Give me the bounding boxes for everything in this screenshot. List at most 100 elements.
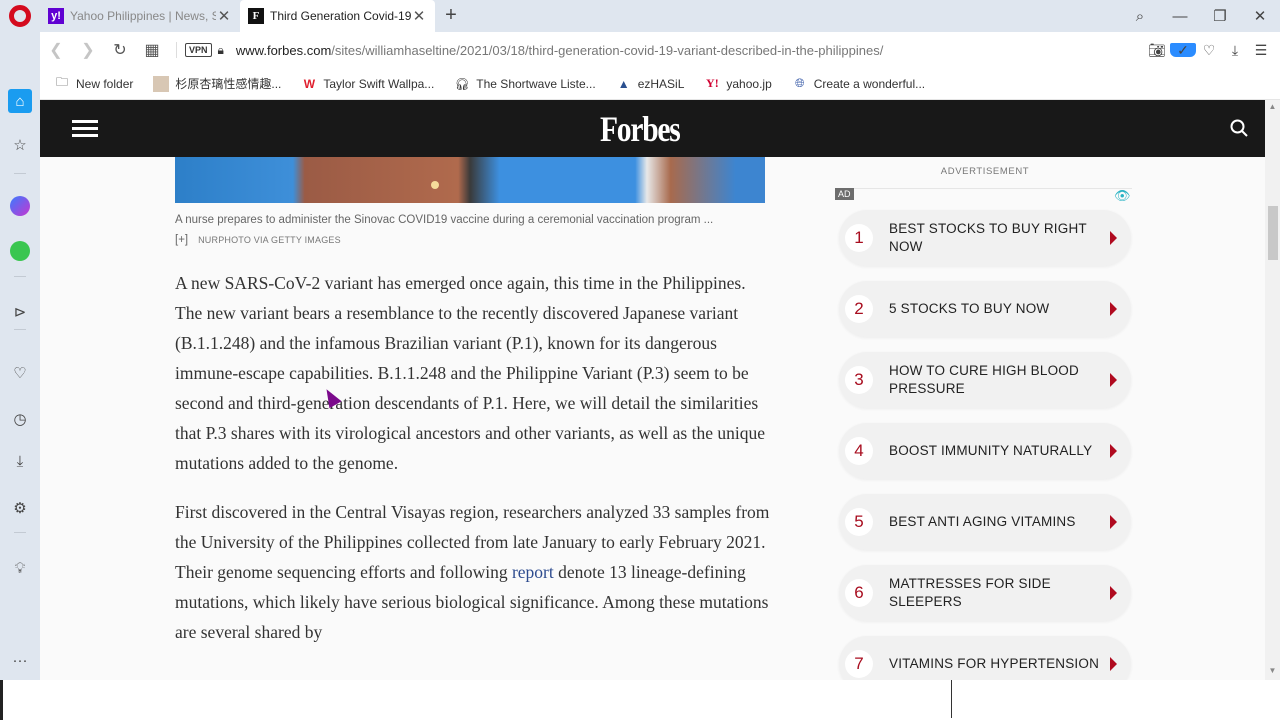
opera-sidebar: ⌂ ☆ ⊳ ♡ ◷ ⤓ ⚙ 💡︎ ···	[0, 88, 40, 680]
ad-item-number: 4	[845, 437, 873, 465]
back-button[interactable]: ❮	[40, 40, 72, 60]
divider	[14, 329, 26, 330]
ad-list: 1 BEST STOCKS TO BUY RIGHT NOW 2 5 STOCKS …	[839, 210, 1131, 680]
page-scrollbar[interactable]: ▲ ▼	[1265, 100, 1280, 680]
yahoo-icon: y!	[48, 8, 64, 24]
divider	[0, 680, 3, 720]
play-arrow-icon	[1110, 657, 1117, 671]
messenger-icon[interactable]	[8, 194, 32, 218]
bookmark-label: yahoo.jp	[726, 76, 772, 91]
player-icon[interactable]: ⊳	[8, 300, 32, 324]
address-bar-actions: 📷︎ ✓ ♡ ⤓ ☰	[1144, 42, 1280, 59]
scroll-up-arrow-icon[interactable]: ▲	[1265, 102, 1280, 116]
play-arrow-icon	[1110, 444, 1117, 458]
heart-icon[interactable]: ♡	[8, 361, 32, 385]
minimize-button[interactable]: —	[1160, 8, 1200, 25]
new-tab-button[interactable]: +	[441, 4, 461, 27]
play-arrow-icon	[1110, 302, 1117, 316]
bookmark-heart-icon[interactable]: ♡	[1196, 42, 1222, 59]
divider	[14, 173, 26, 174]
scroll-thumb[interactable]	[1268, 206, 1278, 260]
globe-icon: 🌐︎	[794, 76, 805, 90]
paragraph: A new SARS-CoV-2 variant has emerged onc…	[175, 273, 766, 473]
settings-gear-icon[interactable]: ⚙	[8, 496, 32, 520]
close-window-button[interactable]: ✕	[1240, 7, 1280, 25]
tab-search-icon[interactable]: ⌕	[1120, 8, 1160, 25]
advertisement-label: ADVERTISEMENT	[940, 166, 1030, 177]
address-bar: ❮ ❯ ↻ ▦ VPN 🔒︎ www.forbes.com/sites/will…	[40, 32, 1280, 68]
url-domain: www.forbes.com	[235, 42, 332, 58]
photo-thumb-icon	[153, 75, 170, 92]
report-link[interactable]: report	[512, 562, 554, 582]
bookmark-item[interactable]: 杉原杏璃性感情趣...	[153, 75, 281, 92]
article-body: A new SARS-CoV-2 variant has emerged onc…	[175, 268, 770, 666]
snapshot-camera-icon[interactable]: 📷︎	[1144, 42, 1170, 59]
opera-menu-icon[interactable]	[9, 5, 31, 27]
bookmark-item[interactable]: W Taylor Swift Wallpa...	[301, 76, 435, 92]
history-clock-icon[interactable]: ◷	[8, 407, 32, 431]
browser-window: y! Yahoo Philippines | News, S ✕ F Third…	[0, 0, 1280, 720]
close-tab-icon[interactable]: ✕	[216, 7, 232, 25]
paragraph: First discovered in the Central Visayas …	[175, 497, 770, 647]
site-header: Forbes	[40, 100, 1265, 157]
bookmark-item[interactable]: ▲ ezHASiL	[616, 76, 685, 92]
star-icon[interactable]: ☆	[8, 133, 32, 157]
divider	[951, 680, 952, 718]
bookmarks-bar: 🗀 New folder 杉原杏璃性感情趣... W Taylor Swift …	[40, 68, 1280, 100]
ad-item[interactable]: 6 MATTRESSES FOR SIDE SLEEPERS	[839, 565, 1131, 621]
downloads-icon[interactable]: ⤓	[8, 449, 32, 473]
divider	[176, 42, 177, 58]
ad-item[interactable]: 5 BEST ANTI AGING VITAMINS	[839, 494, 1131, 550]
ad-item[interactable]: 1 BEST STOCKS TO BUY RIGHT NOW	[839, 210, 1131, 266]
bookmark-item[interactable]: 🌐︎ Create a wonderful...	[792, 76, 925, 92]
bookmark-new-folder[interactable]: 🗀 New folder	[54, 75, 134, 92]
bookmark-item[interactable]: Y! yahoo.jp	[704, 76, 772, 92]
bookmark-label: New folder	[76, 76, 134, 91]
whatsapp-icon[interactable]	[8, 239, 32, 263]
home-icon[interactable]: ⌂	[8, 89, 32, 113]
ad-item[interactable]: 7 VITAMINS FOR HYPERTENSION	[839, 636, 1131, 680]
speed-dial-icon[interactable]: ▦	[136, 40, 168, 60]
more-icon[interactable]: ···	[8, 648, 32, 672]
vpn-badge[interactable]: VPN	[185, 43, 212, 57]
ad-item-number: 6	[845, 579, 873, 607]
reload-button[interactable]: ↻	[104, 40, 136, 60]
divider	[835, 188, 1132, 189]
download-icon[interactable]: ⤓	[1222, 42, 1248, 59]
adblock-shield-icon[interactable]: ✓	[1170, 42, 1196, 58]
bookmark-item[interactable]: 🎧︎ The Shortwave Liste...	[454, 76, 596, 92]
play-arrow-icon	[1110, 515, 1117, 529]
ad-item-text: BEST STOCKS TO BUY RIGHT NOW	[889, 221, 1087, 254]
tab-yahoo[interactable]: y! Yahoo Philippines | News, S ✕	[40, 0, 240, 32]
lock-icon[interactable]: 🔒︎	[218, 43, 224, 58]
forbes-logo[interactable]: Forbes	[600, 108, 681, 150]
tab-title: Third Generation Covid-19	[270, 9, 411, 23]
forward-button[interactable]: ❯	[72, 40, 104, 60]
menu-hamburger-icon[interactable]	[72, 120, 98, 137]
yahoo-jp-icon: Y!	[706, 76, 719, 90]
ad-item[interactable]: 3 HOW TO CURE HIGH BLOOD PRESSURE	[839, 352, 1131, 408]
scroll-down-arrow-icon[interactable]: ▼	[1265, 666, 1280, 680]
ad-item-text: BOOST IMMUNITY NATURALLY	[889, 443, 1093, 458]
ad-hide-eye-icon[interactable]: 👁︎	[1114, 188, 1131, 204]
easy-setup-icon[interactable]: ☰	[1248, 42, 1274, 59]
play-arrow-icon	[1110, 586, 1117, 600]
ad-badge: AD	[835, 188, 854, 200]
search-icon[interactable]	[1229, 118, 1249, 138]
close-tab-icon[interactable]: ✕	[411, 7, 427, 25]
folder-icon: 🗀	[55, 75, 68, 89]
ad-item-number: 5	[845, 508, 873, 536]
tab-forbes[interactable]: F Third Generation Covid-19 ✕	[240, 0, 435, 32]
bookmark-label: Create a wonderful...	[813, 76, 926, 91]
url-field[interactable]: www.forbes.com/sites/williamhaseltine/20…	[236, 43, 1144, 58]
ad-item-number: 3	[845, 366, 873, 394]
restore-button[interactable]: ❐	[1200, 7, 1240, 25]
ad-item-text: BEST ANTI AGING VITAMINS	[889, 514, 1076, 529]
lightbulb-icon[interactable]: 💡︎	[8, 556, 32, 580]
play-arrow-icon	[1110, 231, 1117, 245]
ad-item[interactable]: 4 BOOST IMMUNITY NATURALLY	[839, 423, 1131, 479]
image-credit: NURPHOTO VIA GETTY IMAGES	[198, 235, 341, 245]
bottom-strip	[0, 680, 1280, 720]
w-logo-icon: W	[303, 76, 316, 91]
ad-item[interactable]: 2 5 STOCKS TO BUY NOW	[839, 281, 1131, 337]
